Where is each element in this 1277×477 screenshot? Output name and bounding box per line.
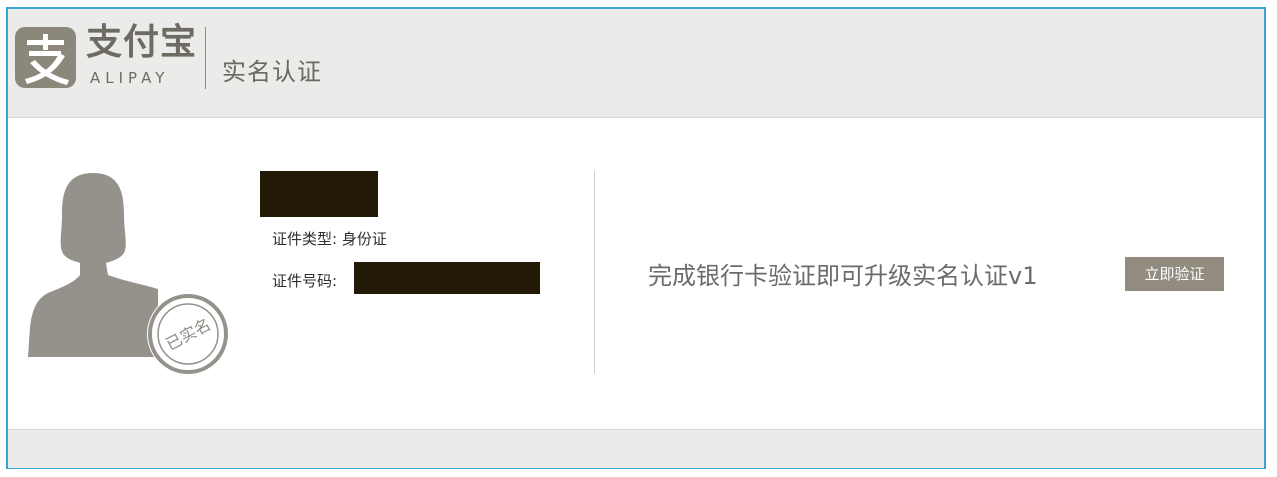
header-divider	[205, 27, 206, 89]
id-number-redaction	[354, 262, 540, 294]
logo-wordmark-en[interactable]: ALIPAY	[90, 69, 169, 87]
verify-now-button[interactable]: 立即验证	[1125, 257, 1224, 291]
upgrade-prompt: 完成银行卡验证即可升级实名认证v1	[648, 262, 1038, 290]
verification-panel: 支付宝 ALIPAY 实名认证 已实名 证件类型: 身份证 证件号码: 完成银行…	[6, 7, 1266, 469]
verified-seal-icon: 已实名	[147, 293, 229, 375]
section-divider	[594, 171, 595, 374]
id-type-label: 证件类型:	[272, 230, 338, 248]
id-type-row: 证件类型: 身份证	[272, 229, 387, 249]
name-redaction	[260, 171, 378, 217]
logo-wordmark-cn[interactable]: 支付宝	[86, 23, 197, 63]
user-silhouette-icon	[28, 173, 158, 357]
header-bar: 支付宝 ALIPAY 实名认证	[8, 9, 1264, 118]
id-number-row: 证件号码:	[272, 271, 337, 291]
alipay-logo-icon[interactable]	[15, 27, 76, 88]
page-title: 实名认证	[222, 58, 322, 86]
id-type-value: 身份证	[341, 230, 387, 248]
id-number-label: 证件号码:	[272, 272, 338, 290]
footer-bar	[8, 429, 1264, 468]
